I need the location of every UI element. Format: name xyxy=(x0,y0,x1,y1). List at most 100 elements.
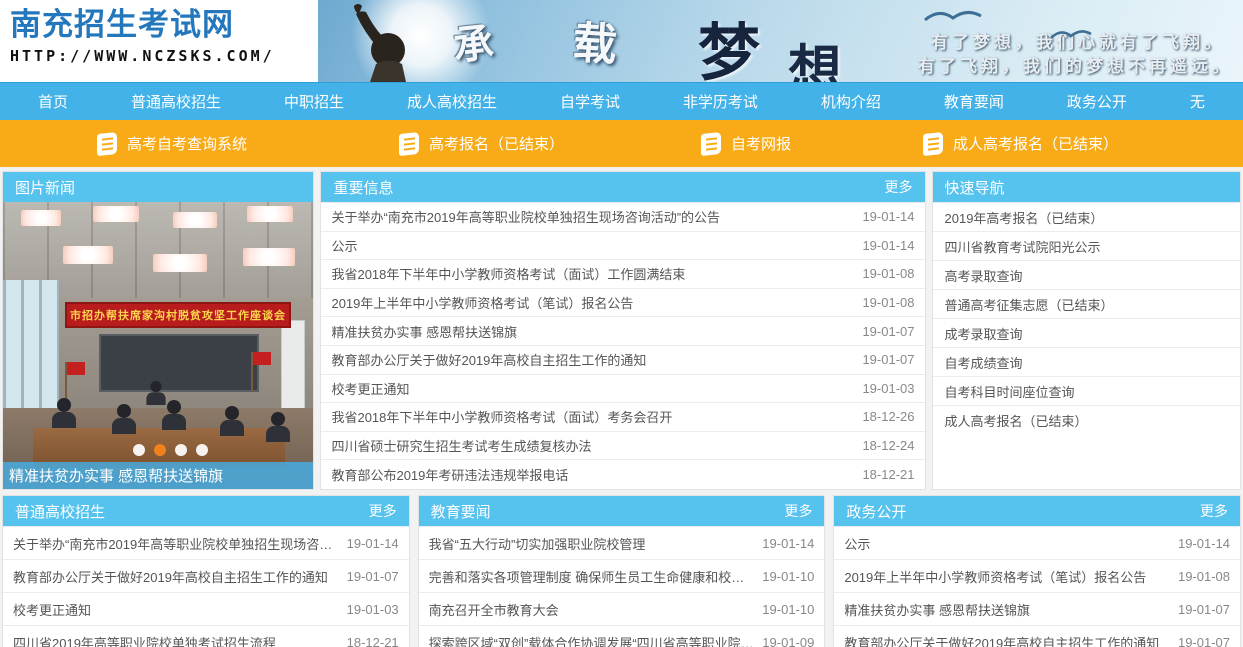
news-date: 19-01-07 xyxy=(862,352,914,367)
quick-nav-link[interactable]: 四川省教育考试院阳光公示 xyxy=(933,231,1240,260)
quick-nav-link[interactable]: 成人高考报名（已结束） xyxy=(933,405,1240,434)
news-row: 完善和落实各项管理制度 确保师生员工生命健康和校园安全19-01-10 xyxy=(419,559,825,592)
section-edu-news: 教育要闻 更多 我省“五大行动”切实加强职业院校管理 19-01-14 完善和落实… xyxy=(418,495,826,647)
nav-item-none[interactable]: 无 xyxy=(1190,91,1205,112)
news-link[interactable]: 四川省硕士研究生招生考试考生成绩复核办法 xyxy=(331,436,591,455)
news-link[interactable]: 我省“五大行动”切实加强职业院校管理 xyxy=(429,534,646,553)
news-link[interactable]: 探索跨区域“双创”载体合作协调发展“四川省高等职业院校... xyxy=(429,633,755,647)
news-link[interactable]: 关于举办“南充市2019年高等职业院校单独招生现场咨询活... xyxy=(13,534,339,553)
news-row: 南充召开全市教育大会 19-01-10 xyxy=(419,592,825,625)
news-link[interactable]: 教育部公布2019年考研违法违规举报电话 xyxy=(331,465,568,484)
news-link[interactable]: 我省2018年下半年中小学教师资格考试（面试）工作圆满结束 xyxy=(331,264,685,283)
news-date: 19-01-08 xyxy=(862,295,914,310)
banner-slogan-char: 想 xyxy=(788,26,842,82)
news-row: 教育部办公厅关于做好2019年高校自主招生工作的通知 19-01-07 xyxy=(834,625,1240,647)
quick-link-label: 高考报名（已结束） xyxy=(429,133,564,154)
news-link[interactable]: 精准扶贫办实事 感恩帮扶送锦旗 xyxy=(331,322,517,341)
news-row: 关于举办“南充市2019年高等职业院校单独招生现场咨询活...19-01-14 xyxy=(3,526,409,559)
quick-nav-link[interactable]: 成考录取查询 xyxy=(933,318,1240,347)
photo-news-header: 图片新闻 xyxy=(3,172,313,202)
more-link[interactable]: 更多 xyxy=(1200,501,1228,521)
news-link[interactable]: 教育部办公厅关于做好2019年高校自主招生工作的通知 xyxy=(13,567,328,586)
nav-item-edu-news[interactable]: 教育要闻 xyxy=(944,91,1004,112)
quick-nav-link[interactable]: 2019年高考报名（已结束） xyxy=(933,202,1240,231)
more-link[interactable]: 更多 xyxy=(885,177,913,197)
person-figure xyxy=(265,412,291,442)
news-link[interactable]: 教育部办公厅关于做好2019年高校自主招生工作的通知 xyxy=(331,350,646,369)
more-link[interactable]: 更多 xyxy=(369,501,397,521)
news-date: 19-01-14 xyxy=(762,536,814,551)
nav-item-regular-college[interactable]: 普通高校招生 xyxy=(131,91,221,112)
news-row: 我省“五大行动”切实加强职业院校管理 19-01-14 xyxy=(419,526,825,559)
site-url: HTTP://WWW.NCZSKS.COM/ xyxy=(10,47,318,65)
nav-item-non-degree[interactable]: 非学历考试 xyxy=(683,91,758,112)
nav-item-self-study[interactable]: 自学考试 xyxy=(560,91,620,112)
news-date: 19-01-10 xyxy=(762,602,814,617)
carousel-dot-active[interactable] xyxy=(154,444,166,456)
person-figure xyxy=(219,406,245,436)
ceiling-light xyxy=(93,206,139,222)
photo-news-caption[interactable]: 精准扶贫办实事 感恩帮扶送锦旗 xyxy=(3,462,313,489)
news-row: 公示19-01-14 xyxy=(834,526,1240,559)
photo-news-title: 图片新闻 xyxy=(15,177,75,198)
section-header: 教育要闻 更多 xyxy=(419,496,825,526)
carousel-dot[interactable] xyxy=(175,444,187,456)
news-link[interactable]: 南充召开全市教育大会 xyxy=(429,600,559,619)
news-link[interactable]: 关于举办“南充市2019年高等职业院校单独招生现场咨询活动”的公告 xyxy=(331,207,720,226)
news-link[interactable]: 校考更正通知 xyxy=(331,379,409,398)
important-info-header: 重要信息 更多 xyxy=(321,172,924,202)
more-link[interactable]: 更多 xyxy=(784,501,812,521)
news-link[interactable]: 我省2018年下半年中小学教师资格考试（面试）考务会召开 xyxy=(331,407,672,426)
quick-nav-link[interactable]: 普通高考征集志愿（已结束） xyxy=(933,289,1240,318)
quick-link-zikao-online[interactable]: 自考网报 xyxy=(699,133,791,155)
carousel-dot[interactable] xyxy=(196,444,208,456)
quick-link-label: 成人高考报名（已结束） xyxy=(953,133,1118,154)
news-row: 2019年上半年中小学教师资格考试（笔试）报名公告 19-01-08 xyxy=(321,288,924,317)
news-row: 我省2018年下半年中小学教师资格考试（面试）工作圆满结束19-01-08 xyxy=(321,259,924,288)
section-title: 普通高校招生 xyxy=(15,501,105,522)
nav-item-about[interactable]: 机构介绍 xyxy=(821,91,881,112)
news-link[interactable]: 教育部办公厅关于做好2019年高校自主招生工作的通知 xyxy=(844,633,1159,647)
quick-link-gaokao-query[interactable]: 高考自考查询系统 xyxy=(95,133,247,155)
important-info-title: 重要信息 xyxy=(333,177,393,198)
section-gov-affairs: 政务公开 更多 公示19-01-14 2019年上半年中小学教师资格考试（笔试）… xyxy=(833,495,1241,647)
nav-item-gov-affairs[interactable]: 政务公开 xyxy=(1067,91,1127,112)
nav-item-home[interactable]: 首页 xyxy=(38,91,68,112)
nav-item-vocational[interactable]: 中职招生 xyxy=(284,91,344,112)
news-link[interactable]: 四川省2019年高等职业院校单独考试招生流程 xyxy=(13,633,276,647)
quick-nav-link[interactable]: 自考成绩查询 xyxy=(933,347,1240,376)
quick-nav-link[interactable]: 高考录取查询 xyxy=(933,260,1240,289)
nav-item-adult-college[interactable]: 成人高校招生 xyxy=(407,91,497,112)
quick-links-bar: 高考自考查询系统 高考报名（已结束） 自考网报 成人高考报名（已结束） xyxy=(0,120,1243,167)
news-date: 19-01-07 xyxy=(1178,602,1230,617)
news-row: 四川省硕士研究生招生考试考生成绩复核办法18-12-24 xyxy=(321,431,924,460)
news-link[interactable]: 校考更正通知 xyxy=(13,600,91,619)
photo-air-conditioner xyxy=(281,320,305,415)
quick-link-adult-gaokao-signup[interactable]: 成人高考报名（已结束） xyxy=(921,133,1118,155)
news-row: 公示19-01-14 xyxy=(321,231,924,260)
news-date: 19-01-07 xyxy=(862,324,914,339)
bird-icon xyxy=(923,6,983,26)
news-link[interactable]: 2019年上半年中小学教师资格考试（笔试）报名公告 xyxy=(331,293,633,312)
person-figure xyxy=(51,398,77,428)
main-nav: 首页 普通高校招生 中职招生 成人高校招生 自学考试 非学历考试 机构介绍 教育… xyxy=(0,82,1243,120)
quick-nav-link[interactable]: 自考科目时间座位查询 xyxy=(933,376,1240,405)
quick-nav-header: 快速导航 xyxy=(933,172,1240,202)
news-link[interactable]: 公示 xyxy=(844,534,870,553)
photo-led-banner: 市招办帮扶席家沟村脱贫攻坚工作座谈会 xyxy=(65,302,291,328)
bottom-sections: 普通高校招生 更多 关于举办“南充市2019年高等职业院校单独招生现场咨询活..… xyxy=(0,495,1243,647)
news-date: 19-01-07 xyxy=(1178,635,1230,647)
news-link[interactable]: 完善和落实各项管理制度 确保师生员工生命健康和校园安全 xyxy=(429,567,755,586)
site-logo-title: 南充招生考试网 xyxy=(10,8,318,42)
banner-slogan-char: 载 xyxy=(571,7,619,74)
carousel-dot[interactable] xyxy=(133,444,145,456)
ceiling-light xyxy=(21,210,61,226)
news-link[interactable]: 2019年上半年中小学教师资格考试（笔试）报名公告 xyxy=(844,567,1146,586)
news-link[interactable]: 精准扶贫办实事 感恩帮扶送锦旗 xyxy=(844,600,1030,619)
logo-block[interactable]: 南充招生考试网 HTTP://WWW.NCZSKS.COM/ xyxy=(0,0,318,82)
quick-link-gaokao-signup[interactable]: 高考报名（已结束） xyxy=(397,133,564,155)
photo-news-image[interactable]: 市招办帮扶席家沟村脱贫攻坚工作座谈会 精准扶贫办实事 感恩帮扶送锦旗 xyxy=(3,202,313,489)
news-date: 19-01-03 xyxy=(347,602,399,617)
main-content: 图片新闻 市招办帮扶席家沟村脱贫攻坚工作座谈会 xyxy=(0,167,1243,490)
news-link[interactable]: 公示 xyxy=(331,236,357,255)
